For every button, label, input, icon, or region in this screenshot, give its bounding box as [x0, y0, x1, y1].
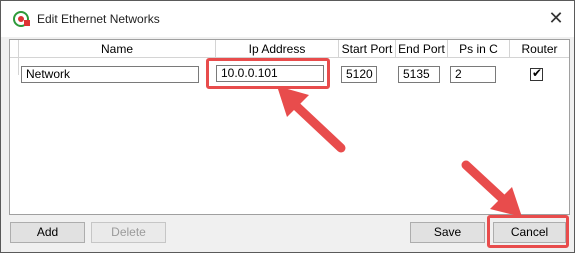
row-header-corner: [10, 40, 19, 58]
close-icon[interactable]: ✕: [546, 9, 566, 29]
title-bar: Edit Ethernet Networks ✕: [1, 1, 574, 37]
ip-highlight-box: [206, 58, 330, 89]
checkmark-icon: ✔: [532, 66, 543, 80]
add-button[interactable]: Add: [10, 222, 85, 243]
column-header-end-port[interactable]: End Port: [396, 40, 448, 58]
delete-button[interactable]: Delete: [91, 222, 166, 243]
save-button[interactable]: Save: [410, 222, 485, 243]
column-header-start-port[interactable]: Start Port: [339, 40, 396, 58]
cancel-highlight-box: [487, 215, 569, 248]
end-port-field[interactable]: 5135: [398, 66, 440, 83]
column-header-name[interactable]: Name: [19, 40, 216, 58]
name-field[interactable]: Network: [21, 66, 199, 83]
router-checkbox[interactable]: ✔: [530, 66, 543, 81]
row-selector[interactable]: [10, 58, 19, 75]
ps-in-c-field[interactable]: 2: [450, 66, 496, 83]
column-header-ip[interactable]: Ip Address: [216, 40, 339, 58]
column-header-ps-in-c[interactable]: Ps in C: [448, 40, 510, 58]
window-title: Edit Ethernet Networks: [37, 12, 160, 26]
app-logo-icon: [13, 11, 31, 27]
column-header-router[interactable]: Router: [510, 40, 569, 58]
start-port-field[interactable]: 5120: [341, 66, 377, 83]
